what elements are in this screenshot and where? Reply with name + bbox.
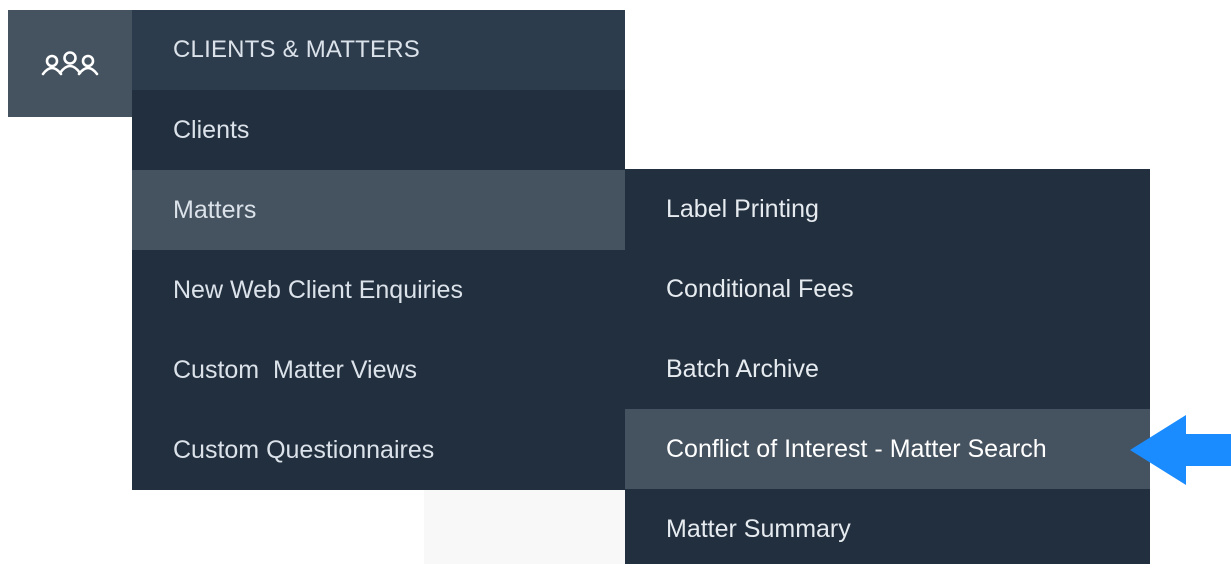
clients-matters-menu: CLIENTS & MATTERS Clients Matters New We… [132,10,625,490]
submenu-item-batch-archive[interactable]: Batch Archive [625,329,1150,409]
submenu-item-conditional-fees[interactable]: Conditional Fees [625,249,1150,329]
arrow-left-icon [1130,415,1231,485]
menu-item-custom-questionnaires[interactable]: Custom Questionnaires [132,410,625,490]
submenu-item-matter-summary[interactable]: Matter Summary [625,489,1150,569]
submenu-item-label-printing[interactable]: Label Printing [625,169,1150,249]
menu-item-clients[interactable]: Clients [132,90,625,170]
menu-item-matters[interactable]: Matters [132,170,625,250]
users-icon [41,50,99,75]
background-panel [424,489,626,564]
clients-matters-nav-button[interactable] [8,10,132,117]
annotation-arrow-shape [1130,415,1231,485]
submenu-item-conflict-of-interest-matter-search[interactable]: Conflict of Interest - Matter Search [625,409,1150,489]
menu-item-new-web-client-enquiries[interactable]: New Web Client Enquiries [132,250,625,330]
matters-submenu: Label Printing Conditional Fees Batch Ar… [625,169,1150,564]
menu-item-custom-matter-views[interactable]: Custom Matter Views [132,330,625,410]
menu-header: CLIENTS & MATTERS [132,10,625,90]
